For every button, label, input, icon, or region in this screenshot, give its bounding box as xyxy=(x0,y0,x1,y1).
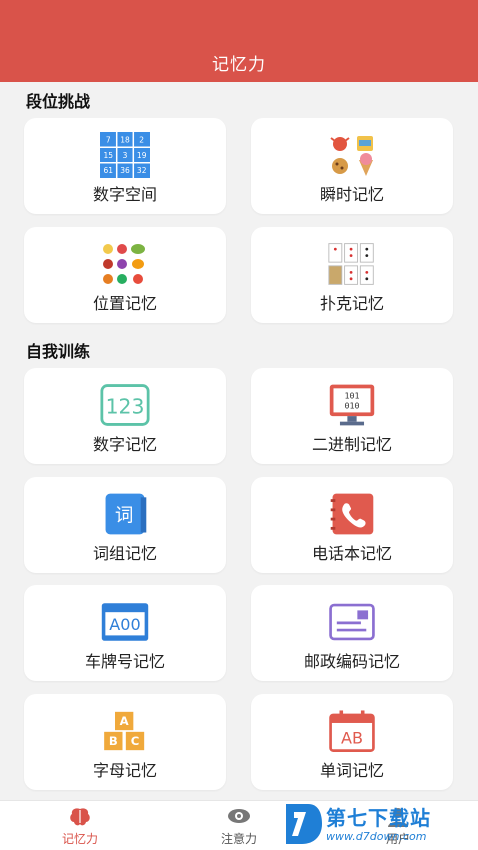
d7-logo-icon xyxy=(286,804,322,844)
icon-text: 词 xyxy=(115,505,134,526)
envelope-icon xyxy=(327,597,377,647)
card-phrase-memory[interactable]: 词 词组记忆 xyxy=(24,477,226,573)
grid-cell: 32 xyxy=(137,166,147,175)
food-items-icon xyxy=(327,130,377,180)
card-binary-memory[interactable]: 101 010 二进制记忆 xyxy=(251,368,453,464)
card-number-memory[interactable]: 123 数字记忆 xyxy=(24,368,226,464)
fruits-icon xyxy=(100,239,150,289)
alphabet-blocks-icon: A B C xyxy=(100,706,150,756)
card-number-space[interactable]: 7 18 2 15 3 19 61 36 32 数字空间 xyxy=(24,118,226,214)
calendar-ab-icon: AB xyxy=(327,706,377,756)
card-label: 数字空间 xyxy=(92,185,157,204)
watermark-url: www.d7down.com xyxy=(326,830,427,843)
icon-text: A00 xyxy=(109,615,140,634)
grid-cell: 61 xyxy=(104,166,114,175)
card-label: 扑克记忆 xyxy=(319,294,384,313)
card-label: 车牌号记忆 xyxy=(84,652,165,671)
card-phonebook-memory[interactable]: 电话本记忆 xyxy=(251,477,453,573)
card-label: 位置记忆 xyxy=(92,294,157,313)
icon-text: AB xyxy=(341,729,363,748)
eye-icon xyxy=(227,807,251,829)
card-label: 二进制记忆 xyxy=(311,435,392,454)
card-postcode-memory[interactable]: 邮政编码记忆 xyxy=(251,585,453,681)
header-bar: 记忆力 xyxy=(0,0,478,82)
icon-text: 010 xyxy=(344,401,359,411)
grid-cell: 18 xyxy=(120,136,130,145)
tab-label: 注意力 xyxy=(220,832,257,846)
card-label: 单词记忆 xyxy=(319,761,384,780)
grid-cell: 3 xyxy=(123,151,128,160)
section-title-self-training: 自我训练 xyxy=(26,342,91,361)
card-label: 邮政编码记忆 xyxy=(303,652,400,671)
watermark-logo: 第七下载站 www.d7down.com xyxy=(282,798,478,850)
grid-cell: 36 xyxy=(120,166,130,175)
playing-cards-icon xyxy=(327,239,377,289)
phone-book-icon xyxy=(327,489,377,539)
card-word-memory[interactable]: AB 单词记忆 xyxy=(251,694,453,790)
card-label: 字母记忆 xyxy=(92,761,157,780)
card-plate-memory[interactable]: A00 车牌号记忆 xyxy=(24,585,226,681)
card-instant-memory[interactable]: 瞬时记忆 xyxy=(251,118,453,214)
watermark-text: 第七下载站 xyxy=(326,806,431,830)
page-title: 记忆力 xyxy=(212,55,266,75)
block-letter: A xyxy=(120,714,129,728)
grid-cell: 7 xyxy=(106,136,111,145)
card-letter-memory[interactable]: A B C 字母记忆 xyxy=(24,694,226,790)
card-poker-memory[interactable]: 扑克记忆 xyxy=(251,227,453,323)
card-label: 电话本记忆 xyxy=(311,544,392,563)
number-grid-icon: 7 18 2 15 3 19 61 36 32 xyxy=(100,130,150,180)
icon-text: 123 xyxy=(106,394,145,418)
block-letter: C xyxy=(131,734,140,748)
section-title-rank: 段位挑战 xyxy=(26,92,91,111)
binary-monitor-icon: 101 010 xyxy=(327,380,377,430)
card-label: 词组记忆 xyxy=(92,544,157,563)
card-label: 数字记忆 xyxy=(92,435,157,454)
icon-text: 101 xyxy=(344,391,359,401)
block-letter: B xyxy=(109,734,118,748)
brain-icon xyxy=(69,807,91,831)
tab-label: 记忆力 xyxy=(61,832,98,846)
card-position-memory[interactable]: 位置记忆 xyxy=(24,227,226,323)
grid-cell: 2 xyxy=(139,136,144,145)
grid-cell: 19 xyxy=(137,151,147,160)
grid-cell: 15 xyxy=(104,151,114,160)
tab-attention[interactable]: 注意力 xyxy=(179,801,299,850)
license-plate-icon: A00 xyxy=(100,597,150,647)
digits-123-icon: 123 xyxy=(100,380,150,430)
tab-memory[interactable]: 记忆力 xyxy=(20,801,140,850)
card-label: 瞬时记忆 xyxy=(319,185,384,204)
book-ci-icon: 词 xyxy=(100,489,150,539)
